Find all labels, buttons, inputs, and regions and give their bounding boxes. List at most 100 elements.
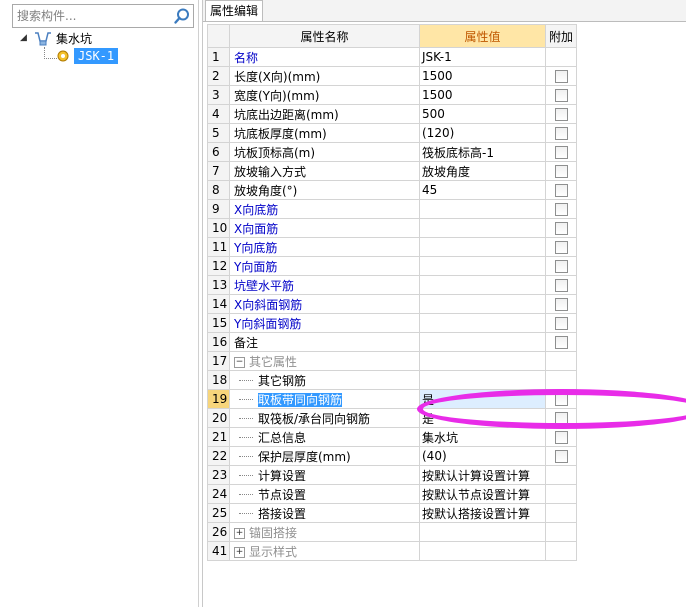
table-row[interactable]: 19 取板带同向钢筋 是: [207, 389, 577, 409]
table-row[interactable]: 21 汇总信息 集水坑: [207, 427, 577, 447]
property-value-cell[interactable]: 按默认搭接设置计算: [419, 503, 546, 523]
tree-item-jsk-1[interactable]: JSK-1: [74, 48, 119, 64]
property-value-cell[interactable]: 是: [419, 389, 546, 409]
property-value-cell[interactable]: [419, 275, 546, 295]
property-value-cell[interactable]: 是: [419, 408, 546, 428]
attach-checkbox[interactable]: [554, 431, 568, 444]
property-name-cell[interactable]: 汇总信息: [229, 427, 420, 447]
property-value-cell[interactable]: [419, 541, 546, 561]
attach-checkbox[interactable]: [554, 70, 568, 83]
attach-checkbox[interactable]: [554, 336, 568, 349]
search-box[interactable]: [12, 4, 194, 28]
table-row[interactable]: 11 Y向底筋: [207, 237, 577, 257]
property-value-cell[interactable]: 1500: [419, 85, 546, 105]
collapse-icon[interactable]: −: [234, 356, 245, 368]
search-icon[interactable]: [173, 7, 191, 25]
attach-checkbox[interactable]: [554, 222, 568, 235]
table-row[interactable]: 22 保护层厚度(mm) (40): [207, 446, 577, 466]
property-value-cell[interactable]: JSK-1: [419, 47, 546, 67]
property-value-cell[interactable]: 500: [419, 104, 546, 124]
property-name-cell[interactable]: 备注: [229, 332, 420, 352]
table-row[interactable]: 9 X向底筋: [207, 199, 577, 219]
table-row[interactable]: 20 取筏板/承台同向钢筋 是: [207, 408, 577, 428]
table-row[interactable]: 12 Y向面筋: [207, 256, 577, 276]
property-name-cell[interactable]: 放坡角度(°): [229, 180, 420, 200]
property-name-cell[interactable]: 取板带同向钢筋: [229, 389, 420, 409]
property-name-cell[interactable]: Y向面筋: [229, 256, 420, 276]
search-input[interactable]: [15, 7, 171, 25]
property-name-cell[interactable]: 其它钢筋: [229, 370, 420, 390]
property-value-cell[interactable]: [419, 370, 546, 390]
table-row[interactable]: 25 搭接设置 按默认搭接设置计算: [207, 503, 577, 523]
table-row[interactable]: 1 名称 JSK-1: [207, 47, 577, 67]
property-value-cell[interactable]: [419, 218, 546, 238]
property-value-cell[interactable]: 1500: [419, 66, 546, 86]
property-value-cell[interactable]: [419, 332, 546, 352]
property-name-cell[interactable]: 名称: [229, 47, 420, 67]
table-row[interactable]: 8 放坡角度(°) 45: [207, 180, 577, 200]
attach-checkbox[interactable]: [554, 241, 568, 254]
attach-checkbox[interactable]: [554, 146, 568, 159]
property-name-cell[interactable]: − 其它属性: [229, 351, 420, 371]
table-row[interactable]: 41 + 显示样式: [207, 541, 577, 561]
tree-root-label[interactable]: 集水坑: [56, 30, 92, 47]
property-name-cell[interactable]: X向面筋: [229, 218, 420, 238]
table-row[interactable]: 26 + 锚固搭接: [207, 522, 577, 542]
attach-checkbox[interactable]: [554, 165, 568, 178]
table-row[interactable]: 4 坑底出边距离(mm) 500: [207, 104, 577, 124]
attach-checkbox[interactable]: [554, 184, 568, 197]
property-value-cell[interactable]: 45: [419, 180, 546, 200]
property-name-cell[interactable]: X向斜面钢筋: [229, 294, 420, 314]
attach-checkbox[interactable]: [554, 450, 568, 463]
table-row[interactable]: 2 长度(X向)(mm) 1500: [207, 66, 577, 86]
property-name-cell[interactable]: 坑底板厚度(mm): [229, 123, 420, 143]
property-value-cell[interactable]: [419, 351, 546, 371]
property-name-cell[interactable]: 节点设置: [229, 484, 420, 504]
property-value-cell[interactable]: [419, 256, 546, 276]
property-value-cell[interactable]: [419, 522, 546, 542]
property-value-cell[interactable]: [419, 294, 546, 314]
property-value-cell[interactable]: [419, 237, 546, 257]
property-name-cell[interactable]: Y向斜面钢筋: [229, 313, 420, 333]
property-value-cell[interactable]: (40): [419, 446, 546, 466]
table-row[interactable]: 17− 其它属性: [207, 351, 577, 371]
property-name-cell[interactable]: X向底筋: [229, 199, 420, 219]
property-value-cell[interactable]: (120): [419, 123, 546, 143]
property-value-cell[interactable]: [419, 199, 546, 219]
attach-checkbox[interactable]: [554, 279, 568, 292]
property-value-cell[interactable]: 放坡角度: [419, 161, 546, 181]
property-value-cell[interactable]: 按默认计算设置计算: [419, 465, 546, 485]
property-name-cell[interactable]: 宽度(Y向)(mm): [229, 85, 420, 105]
expand-icon[interactable]: +: [234, 527, 245, 539]
property-name-cell[interactable]: 搭接设置: [229, 503, 420, 523]
property-name-cell[interactable]: 坑壁水平筋: [229, 275, 420, 295]
property-value-cell[interactable]: 筏板底标高-1: [419, 142, 546, 162]
tab-property-edit[interactable]: 属性编辑: [205, 0, 264, 21]
property-name-cell[interactable]: 放坡输入方式: [229, 161, 420, 181]
attach-checkbox[interactable]: [554, 127, 568, 140]
property-value-cell[interactable]: 按默认节点设置计算: [419, 484, 546, 504]
property-value-cell[interactable]: 集水坑: [419, 427, 546, 447]
attach-checkbox[interactable]: [554, 203, 568, 216]
table-row[interactable]: 16 备注: [207, 332, 577, 352]
table-row[interactable]: 5 坑底板厚度(mm) (120): [207, 123, 577, 143]
attach-checkbox[interactable]: [554, 108, 568, 121]
property-name-cell[interactable]: 计算设置: [229, 465, 420, 485]
attach-checkbox[interactable]: [554, 393, 568, 406]
attach-checkbox[interactable]: [554, 298, 568, 311]
table-row[interactable]: 23 计算设置 按默认计算设置计算: [207, 465, 577, 485]
attach-checkbox[interactable]: [554, 317, 568, 330]
collapse-arrow-icon[interactable]: ◢: [20, 33, 30, 45]
property-name-cell[interactable]: 取筏板/承台同向钢筋: [229, 408, 420, 428]
property-value-cell[interactable]: [419, 313, 546, 333]
table-row[interactable]: 18 其它钢筋: [207, 370, 577, 390]
property-name-cell[interactable]: 长度(X向)(mm): [229, 66, 420, 86]
property-name-cell[interactable]: 坑底出边距离(mm): [229, 104, 420, 124]
table-row[interactable]: 13 坑壁水平筋: [207, 275, 577, 295]
table-row[interactable]: 15 Y向斜面钢筋: [207, 313, 577, 333]
property-name-cell[interactable]: Y向底筋: [229, 237, 420, 257]
property-name-cell[interactable]: + 锚固搭接: [229, 522, 420, 542]
table-row[interactable]: 10 X向面筋: [207, 218, 577, 238]
attach-checkbox[interactable]: [554, 260, 568, 273]
table-row[interactable]: 6 坑板顶标高(m) 筏板底标高-1: [207, 142, 577, 162]
